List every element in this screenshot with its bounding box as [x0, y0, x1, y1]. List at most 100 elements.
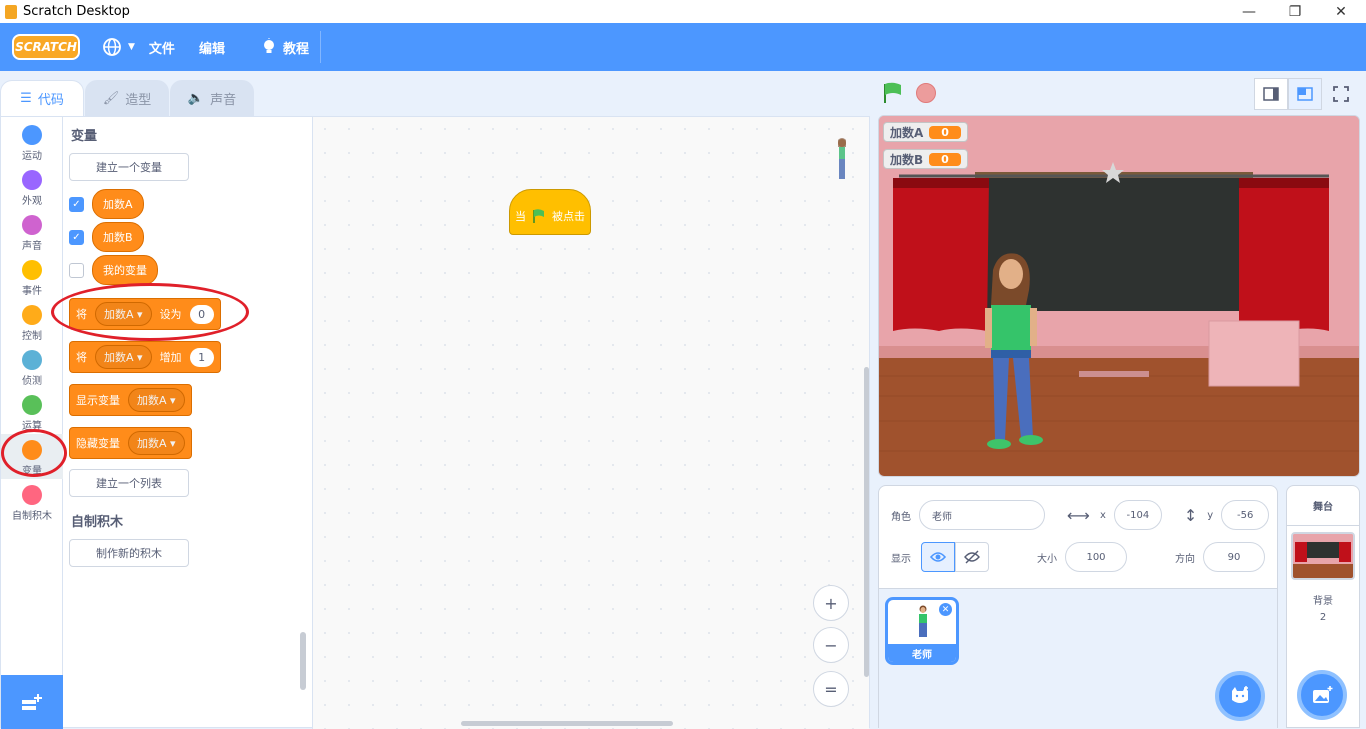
y-input[interactable]: -56 — [1221, 500, 1270, 530]
variable-checkbox[interactable]: ✓ — [69, 196, 84, 212]
make-block-button[interactable]: 制作新的积木 — [69, 539, 189, 567]
show-variable-block[interactable]: 显示变量 加数A ▾ — [69, 384, 192, 416]
script-horizontal-scrollbar[interactable] — [461, 721, 673, 726]
menu-bar: SCRATCH ▼ 文件 编辑 教程 — [0, 23, 1366, 71]
minimize-button[interactable]: — — [1226, 0, 1272, 23]
show-visible-button[interactable] — [921, 542, 955, 572]
green-flag-icon — [533, 209, 544, 223]
language-menu[interactable]: ▼ — [102, 37, 135, 57]
tab-sounds-label: 声音 — [210, 93, 237, 108]
eye-icon — [930, 552, 946, 562]
sprite-thumbnail — [919, 605, 927, 637]
teacher-sprite[interactable] — [979, 250, 1049, 450]
when-flag-clicked-block[interactable]: 当 被点击 — [509, 189, 591, 235]
size-label: 大小 — [1037, 553, 1057, 565]
image-plus-icon — [1313, 686, 1333, 703]
my-blocks-heading: 自制积木 — [71, 515, 124, 530]
stage-selector-panel[interactable]: 舞台 背景 2 — [1286, 485, 1360, 728]
file-menu[interactable]: 文件 — [149, 38, 175, 57]
zoom-in-icon: + — [824, 593, 838, 613]
variable-reporter[interactable]: 加数B — [92, 222, 144, 252]
category-sensing[interactable]: 侦测 — [1, 344, 63, 389]
y-arrows-icon: ↕ — [1183, 505, 1198, 525]
script-area[interactable]: 当 被点击 + − = — [313, 117, 869, 729]
backdrop-thumbnail[interactable] — [1291, 532, 1355, 580]
stage-canvas[interactable]: 加数A 0 加数B 0 — [878, 115, 1360, 477]
variable-reporter[interactable]: 加数A — [92, 189, 144, 219]
change-variable-block[interactable]: 将 加数A ▾ 增加 1 — [69, 341, 221, 373]
sprite-name-input[interactable]: 老师 — [919, 500, 1045, 530]
variable-checkbox[interactable]: ✓ — [69, 229, 84, 245]
stage-backdrop — [879, 116, 1359, 476]
tab-code[interactable]: ☰ 代码 — [0, 80, 84, 116]
brush-icon: 🖌 — [102, 91, 120, 106]
palette-scrollbar[interactable] — [300, 632, 306, 690]
large-stage-button[interactable] — [1288, 78, 1322, 110]
direction-input[interactable]: 90 — [1203, 542, 1265, 572]
edit-menu[interactable]: 编辑 — [199, 38, 225, 57]
category-my-blocks[interactable]: 自制积木 — [1, 479, 63, 524]
cat-plus-icon — [1232, 686, 1248, 703]
category-sound[interactable]: 声音 — [1, 209, 63, 254]
sprite-label: 角色 — [891, 511, 911, 523]
backdrop-thumbnail-image — [1293, 534, 1353, 578]
backdrops-count: 2 — [1319, 612, 1327, 623]
maximize-button[interactable]: ❐ — [1272, 0, 1318, 23]
tutorials-label: 教程 — [282, 41, 309, 57]
sprite-info-row: 角色 老师 ⟷ x -104 ↕ y -56 — [891, 500, 1270, 530]
sprite-card-name: 老师 — [888, 644, 956, 662]
globe-icon — [103, 38, 121, 56]
x-input[interactable]: -104 — [1113, 500, 1162, 530]
category-motion[interactable]: 运动 — [1, 119, 63, 164]
sprite-info-panel: 角色 老师 ⟷ x -104 ↕ y -56 显示 大小 100 方向 90 ✕… — [878, 485, 1278, 729]
tab-costumes[interactable]: 🖌 造型 — [85, 80, 169, 116]
x-label: x — [1099, 509, 1106, 521]
small-stage-icon — [1263, 87, 1279, 101]
variable-row: ✓ 加数B — [69, 222, 144, 252]
add-extension-button[interactable] — [1, 675, 63, 729]
make-list-button[interactable]: 建立一个列表 — [69, 469, 189, 497]
tutorials-menu[interactable]: 教程 — [261, 38, 309, 57]
variable-monitor[interactable]: 加数A 0 — [883, 122, 968, 142]
stop-button[interactable] — [916, 83, 936, 103]
add-backdrop-button[interactable] — [1297, 670, 1347, 720]
y-label: y — [1207, 509, 1214, 521]
fullscreen-button[interactable] — [1324, 78, 1358, 110]
category-events[interactable]: 事件 — [1, 254, 63, 299]
close-window-button[interactable]: ✕ — [1318, 0, 1364, 23]
tab-code-label: 代码 — [37, 93, 64, 108]
sprite-card[interactable]: ✕ 老师 — [885, 597, 959, 665]
direction-label: 方向 — [1175, 553, 1195, 565]
tab-sounds[interactable]: 🔈 声音 — [170, 80, 254, 116]
stage-panel-title: 舞台 — [1287, 486, 1359, 526]
code-icon: ☰ — [20, 91, 32, 106]
zoom-in-button[interactable]: + — [813, 585, 849, 621]
block-palette: 变量 建立一个变量 ✓ 加数A ✓ 加数B 我的变量 将 加数A ▾ 设为 0 … — [51, 117, 313, 729]
add-sprite-button[interactable] — [1215, 671, 1265, 721]
zoom-reset-button[interactable]: = — [813, 671, 849, 707]
size-input[interactable]: 100 — [1065, 542, 1127, 572]
menu-divider — [320, 31, 321, 63]
hide-sprite-button[interactable] — [955, 542, 989, 572]
backdrops-label: 背景 — [1313, 596, 1333, 607]
hide-variable-block[interactable]: 隐藏变量 加数A ▾ — [69, 427, 192, 459]
script-vertical-scrollbar[interactable] — [864, 367, 869, 677]
scratch-logo[interactable]: SCRATCH — [12, 34, 80, 60]
x-arrows-icon: ⟷ — [1067, 505, 1090, 525]
make-variable-button[interactable]: 建立一个变量 — [69, 153, 189, 181]
app-icon — [5, 4, 17, 19]
variable-reporter[interactable]: 我的变量 — [92, 255, 158, 285]
small-stage-button[interactable] — [1254, 78, 1288, 110]
category-operators[interactable]: 运算 — [1, 389, 63, 434]
tab-costumes-label: 造型 — [125, 93, 152, 108]
sprite-info-row: 显示 大小 100 方向 90 — [891, 542, 1265, 572]
variable-row: 我的变量 — [69, 255, 158, 285]
green-flag-button[interactable] — [882, 82, 904, 104]
variable-monitor[interactable]: 加数B 0 — [883, 149, 968, 169]
delete-sprite-button[interactable]: ✕ — [939, 603, 952, 616]
category-looks[interactable]: 外观 — [1, 164, 63, 209]
sprite-list: ✕ 老师 — [879, 588, 1277, 729]
variable-checkbox[interactable] — [69, 262, 84, 278]
stage-header — [878, 76, 1358, 112]
zoom-out-button[interactable]: − — [813, 627, 849, 663]
